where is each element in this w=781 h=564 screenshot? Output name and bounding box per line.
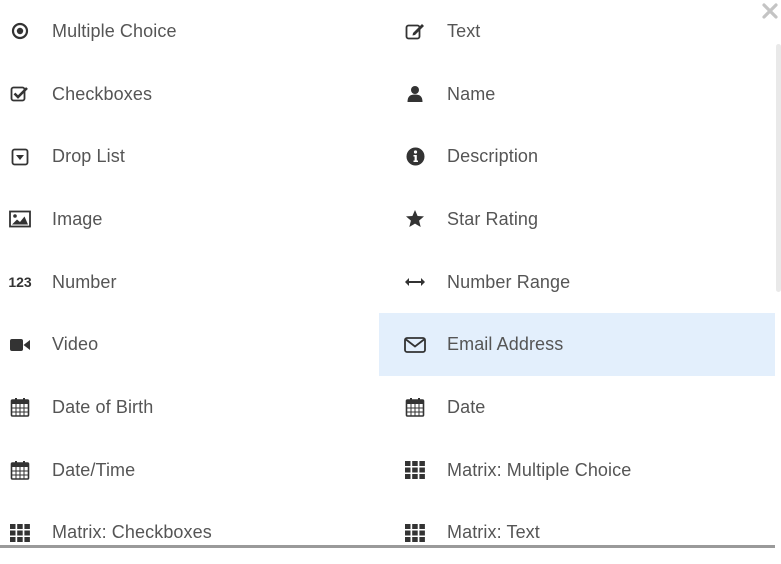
grid-icon: [8, 521, 32, 545]
option-label: Star Rating: [447, 209, 538, 230]
grid-icon: [403, 458, 427, 482]
option-label: Video: [52, 334, 98, 355]
option-label: Matrix: Text: [447, 522, 540, 543]
image-icon: [8, 207, 32, 231]
user-icon: [403, 82, 427, 106]
video-icon: [8, 333, 32, 357]
option-label: Checkboxes: [52, 84, 152, 105]
number-icon: 123: [8, 270, 32, 294]
option-label: Drop List: [52, 146, 125, 167]
option-name[interactable]: Name: [379, 63, 775, 126]
checkbox-icon: [8, 82, 32, 106]
close-icon[interactable]: [760, 0, 780, 22]
option-label: Number Range: [447, 272, 570, 293]
envelope-icon: [403, 333, 427, 357]
option-email-address[interactable]: Email Address: [379, 313, 775, 376]
option-matrix-checkboxes[interactable]: Matrix: Checkboxes: [0, 502, 379, 564]
option-label: Number: [52, 272, 117, 293]
option-label: Text: [447, 21, 480, 42]
question-type-grid: Multiple Choice Text Checkboxes Name Dro…: [0, 0, 775, 545]
option-date[interactable]: Date: [379, 376, 775, 439]
option-matrix-text[interactable]: Matrix: Text: [379, 502, 775, 564]
grid-icon: [403, 521, 427, 545]
option-video[interactable]: Video: [0, 313, 379, 376]
option-label: Image: [52, 209, 103, 230]
option-matrix-multiple-choice[interactable]: Matrix: Multiple Choice: [379, 439, 775, 502]
option-label: Description: [447, 146, 538, 167]
option-date-time[interactable]: Date/Time: [0, 439, 379, 502]
option-star-rating[interactable]: Star Rating: [379, 188, 775, 251]
calendar-icon: [8, 395, 32, 419]
scrollbar[interactable]: [776, 44, 781, 292]
calendar-icon: [403, 395, 427, 419]
option-label: Email Address: [447, 334, 563, 355]
option-checkboxes[interactable]: Checkboxes: [0, 63, 379, 126]
option-label: Matrix: Multiple Choice: [447, 460, 631, 481]
option-number-range[interactable]: Number Range: [379, 251, 775, 314]
info-icon: [403, 145, 427, 169]
option-text[interactable]: Text: [379, 0, 775, 63]
option-label: Matrix: Checkboxes: [52, 522, 212, 543]
option-label: Multiple Choice: [52, 21, 177, 42]
option-label: Date: [447, 397, 485, 418]
option-label: Date of Birth: [52, 397, 153, 418]
option-label: Date/Time: [52, 460, 135, 481]
dropdown-icon: [8, 145, 32, 169]
option-date-of-birth[interactable]: Date of Birth: [0, 376, 379, 439]
option-description[interactable]: Description: [379, 125, 775, 188]
range-arrow-icon: [403, 270, 427, 294]
edit-icon: [403, 19, 427, 43]
option-multiple-choice[interactable]: Multiple Choice: [0, 0, 379, 63]
option-image[interactable]: Image: [0, 188, 379, 251]
option-number[interactable]: 123 Number: [0, 251, 379, 314]
option-drop-list[interactable]: Drop List: [0, 125, 379, 188]
calendar-icon: [8, 458, 32, 482]
radio-icon: [8, 19, 32, 43]
star-icon: [403, 207, 427, 231]
option-label: Name: [447, 84, 495, 105]
